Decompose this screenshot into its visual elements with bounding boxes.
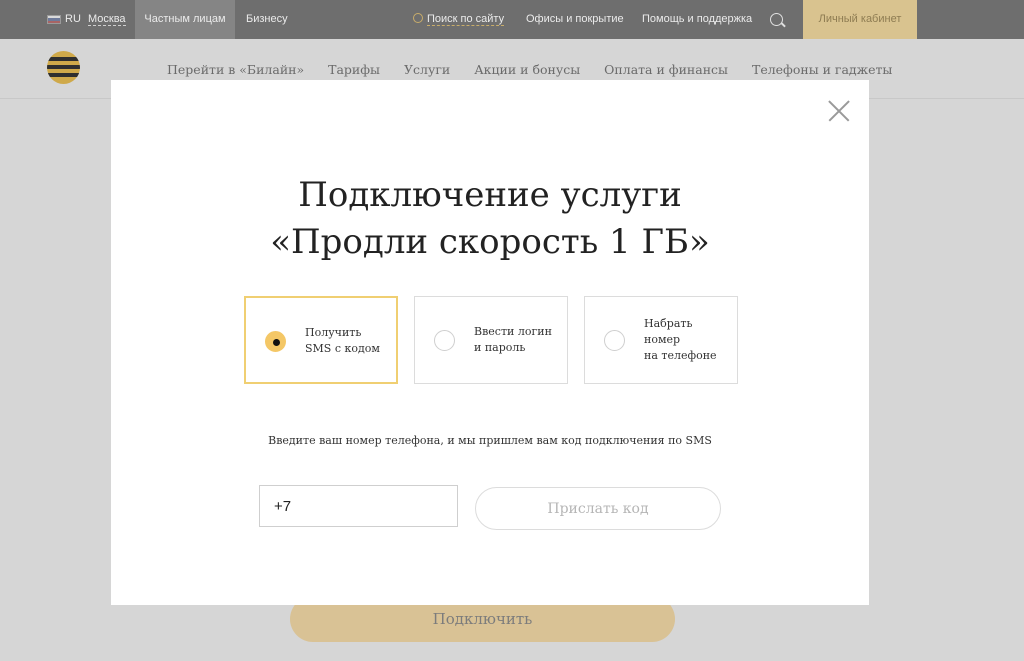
sms-hint-text: Введите ваш номер телефона, и мы пришлем… (268, 434, 712, 447)
flag-ru-icon[interactable] (47, 15, 61, 24)
option-sms-code[interactable]: Получить SMS с кодом (244, 296, 398, 384)
segment-business-tab[interactable]: Бизнесу (246, 0, 288, 39)
modal-title-line1: Подключение услуги (298, 175, 682, 215)
segment-private-tab[interactable]: Частным лицам (135, 0, 235, 39)
search-icon[interactable] (770, 13, 783, 26)
search-icon (413, 13, 423, 23)
city-selector[interactable]: Москва (88, 0, 126, 39)
modal-title: Подключение услуги «Продли скорость 1 ГБ… (111, 172, 869, 266)
close-icon[interactable] (828, 100, 850, 122)
radio-icon (604, 330, 625, 351)
nav-item-go-to-beeline[interactable]: Перейти в «Билайн» (167, 62, 304, 77)
modal-title-line2: «Продли скорость 1 ГБ» (270, 222, 710, 262)
nav-item-tariffs[interactable]: Тарифы (328, 62, 380, 77)
phone-input[interactable] (259, 485, 458, 527)
city-label: Москва (88, 13, 126, 26)
site-search-link[interactable]: Поиск по сайту (413, 0, 505, 39)
option-login-password[interactable]: Ввести логин и пароль (414, 296, 568, 384)
personal-cabinet-button[interactable]: Личный кабинет (803, 0, 917, 39)
connect-service-modal: Подключение услуги «Продли скорость 1 ГБ… (111, 80, 869, 605)
option-label: Получить SMS с кодом (305, 326, 380, 355)
site-search-label: Поиск по сайту (427, 13, 505, 26)
beeline-logo[interactable] (47, 51, 80, 84)
nav-item-payment[interactable]: Оплата и финансы (604, 62, 728, 77)
nav-item-services[interactable]: Услуги (404, 62, 450, 77)
offices-link[interactable]: Офисы и покрытие (526, 0, 624, 39)
option-label: Набрать номер на телефоне (644, 317, 717, 362)
option-dial-number[interactable]: Набрать номер на телефоне (584, 296, 738, 384)
radio-icon (434, 330, 455, 351)
nav-item-phones[interactable]: Телефоны и гаджеты (752, 62, 892, 77)
top-bar: RU Москва Частным лицам Бизнесу Поиск по… (0, 0, 1024, 39)
help-link[interactable]: Помощь и поддержка (642, 0, 752, 39)
option-label: Ввести логин и пароль (474, 325, 552, 354)
send-code-button[interactable]: Прислать код (475, 487, 721, 530)
radio-icon (265, 331, 286, 352)
language-switch[interactable]: RU (65, 0, 81, 39)
nav-item-promotions[interactable]: Акции и бонусы (474, 62, 580, 77)
